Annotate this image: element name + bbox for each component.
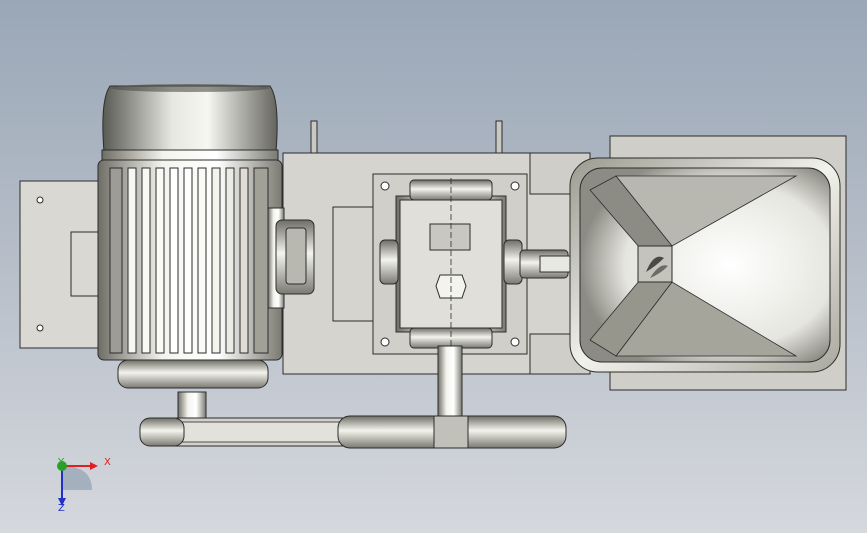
hopper[interactable] <box>569 135 847 391</box>
pulley-shaft <box>437 345 463 423</box>
belt-drive[interactable] <box>139 391 567 449</box>
gearbox[interactable] <box>372 173 528 355</box>
x-axis-label: X <box>104 457 111 468</box>
motor-mount-plate <box>19 180 111 349</box>
z-axis-label: Z <box>58 503 65 514</box>
coordinate-triad <box>57 461 98 506</box>
y-axis-label: Y <box>58 457 65 468</box>
cad-viewport[interactable]: X Y Z <box>0 0 867 533</box>
electric-motor[interactable] <box>97 84 315 389</box>
output-shaft <box>519 249 571 279</box>
motor-cooling-fins <box>109 167 269 354</box>
